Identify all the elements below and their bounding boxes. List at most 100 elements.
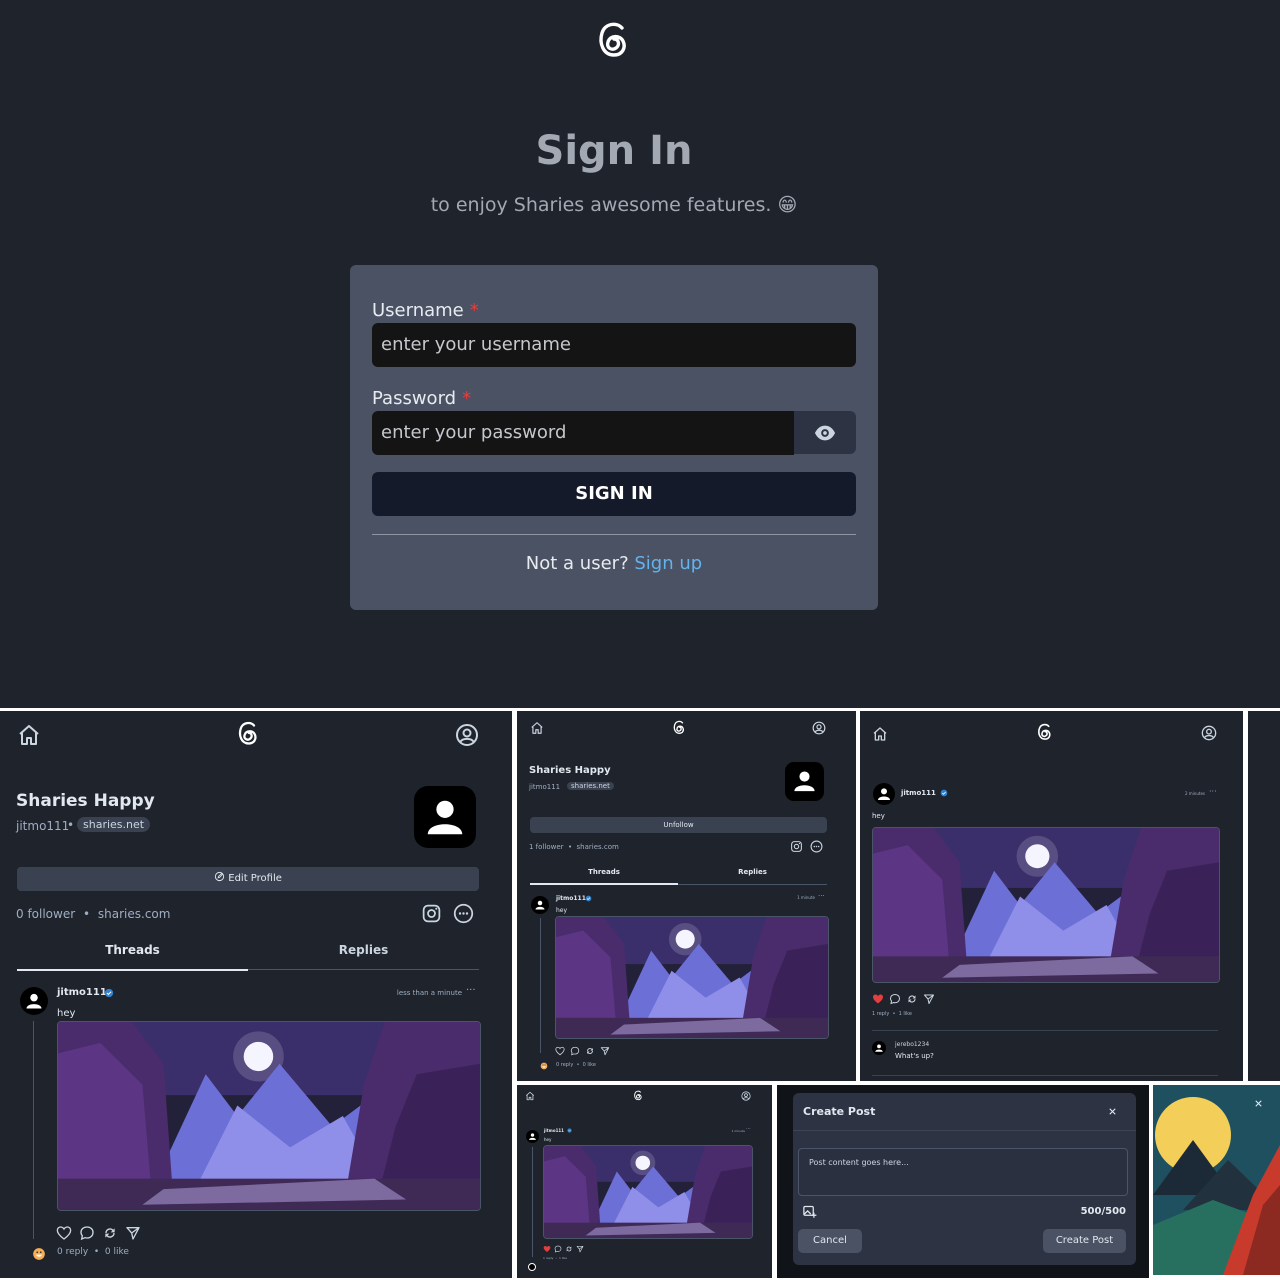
toggle-password-button[interactable] [794,411,856,454]
post-more-icon[interactable]: ··· [1209,787,1217,796]
post-more-icon[interactable]: ··· [818,892,825,900]
heart-icon[interactable] [555,1046,565,1056]
post-more-icon[interactable]: ··· [746,1126,751,1132]
post-avatar[interactable] [873,783,895,805]
reply-avatar [528,1263,536,1271]
home-icon[interactable] [872,726,888,742]
post-author[interactable]: jitmo111 [57,987,107,998]
image-add-icon[interactable] [802,1204,817,1219]
user-icon[interactable] [741,1091,751,1101]
user-icon[interactable] [812,721,826,735]
post-text: hey [544,1137,552,1142]
comment-icon[interactable] [889,993,901,1005]
create-post-modal: Create Post Post content goes here... 50… [793,1093,1136,1265]
sharies-logo-icon[interactable] [236,720,260,747]
more-icon[interactable] [453,903,474,924]
post-image[interactable] [57,1021,481,1211]
signup-link[interactable]: Sign up [634,553,702,574]
post-time: 1 minute [797,895,815,900]
share-icon[interactable] [576,1245,584,1253]
repost-icon[interactable] [585,1046,595,1056]
home-icon[interactable] [525,1091,535,1101]
dot-separator: • [67,818,75,832]
post-text: hey [57,1008,76,1019]
signin-button[interactable]: SIGN IN [372,472,856,516]
edit-profile-label: Edit Profile [228,873,282,884]
user-icon[interactable] [1201,725,1217,741]
tab-replies[interactable]: Replies [248,943,479,957]
username-input[interactable]: enter your username [372,323,856,367]
required-mark: * [469,300,479,321]
person-icon [528,1131,537,1142]
repost-icon[interactable] [102,1225,118,1241]
person-icon [874,1042,884,1054]
comment-icon[interactable] [79,1225,95,1241]
sharies-logo-icon[interactable] [595,20,631,60]
followers-count[interactable]: 0 follower [16,907,75,921]
page-subtitle: to enjoy Sharies awesome features. 😁 [430,194,798,216]
active-tab-indicator [17,969,248,971]
signup-row: Not a user? Sign up [350,553,878,574]
share-icon[interactable] [600,1046,610,1056]
repost-icon[interactable] [906,993,918,1005]
instagram-icon[interactable] [421,903,442,924]
share-icon[interactable] [125,1225,141,1241]
share-icon[interactable] [923,993,935,1005]
post-more-icon[interactable]: ··· [466,985,476,996]
post-avatar[interactable] [526,1130,539,1143]
post-content-textarea[interactable]: Post content goes here... [798,1148,1128,1196]
post-detail-panel: jitmo111 2 minutes ··· hey 1 reply • 1 l… [860,711,1243,1081]
post-time: 2 minutes [1184,791,1205,796]
profile-username: jitmo111 [16,819,70,833]
reply-avatar[interactable] [872,1041,886,1055]
profile-link[interactable]: sharies.com [98,907,171,921]
username-label: Username * [372,300,479,321]
password-input[interactable]: enter your password [372,411,794,455]
thread-line [532,1147,533,1257]
reply-text: What's up? [895,1052,934,1060]
tab-threads[interactable]: Threads [530,868,678,876]
dot-separator: • [82,907,91,921]
user-icon[interactable] [455,723,479,747]
close-icon[interactable] [1107,1106,1118,1117]
heart-icon[interactable] [56,1225,72,1241]
post-author[interactable]: jitmo111 [901,789,936,797]
signin-page: Sign In to enjoy Sharies awesome feature… [0,0,1280,708]
post-author[interactable]: jitmo111 [556,895,586,902]
username-label-text: Username [372,300,464,321]
create-post-button[interactable]: Create Post [1043,1229,1126,1253]
unfollow-button[interactable]: Unfollow [530,817,827,833]
close-icon[interactable] [1253,1098,1264,1109]
person-icon [534,898,546,912]
sharies-logo-icon[interactable] [672,719,686,736]
divider [793,1130,1136,1131]
post-image[interactable] [555,916,829,1039]
more-icon[interactable] [810,840,823,853]
post-image[interactable] [872,827,1220,983]
comment-icon[interactable] [570,1046,580,1056]
post-avatar[interactable] [20,987,48,1015]
tab-replies[interactable]: Replies [678,868,827,876]
home-icon[interactable] [17,723,41,747]
cancel-button[interactable]: Cancel [798,1229,862,1253]
person-icon [876,785,892,803]
sharies-logo-icon[interactable] [1036,722,1053,742]
reply-author[interactable]: jerebo1234 [895,1041,929,1048]
home-icon[interactable] [530,721,544,735]
followers-row: 1 follower • sharies.com [529,843,619,851]
heart-filled-icon[interactable] [872,993,884,1005]
repost-icon[interactable] [565,1245,573,1253]
instagram-icon[interactable] [790,840,803,853]
edit-profile-button[interactable]: Edit Profile [17,867,479,891]
sharies-logo-icon[interactable] [633,1089,643,1102]
post-image[interactable] [543,1145,753,1239]
image-preview-panel [1153,1085,1280,1275]
post-stats: 0 reply • 0 like [556,1062,596,1068]
comment-icon[interactable] [554,1245,562,1253]
verified-icon [940,789,948,797]
post-author[interactable]: jitmo111 [544,1128,564,1133]
post-avatar[interactable] [531,896,549,914]
tab-threads[interactable]: Threads [17,943,248,957]
heart-filled-icon[interactable] [543,1245,551,1253]
post-time: 1 minute [731,1129,745,1133]
